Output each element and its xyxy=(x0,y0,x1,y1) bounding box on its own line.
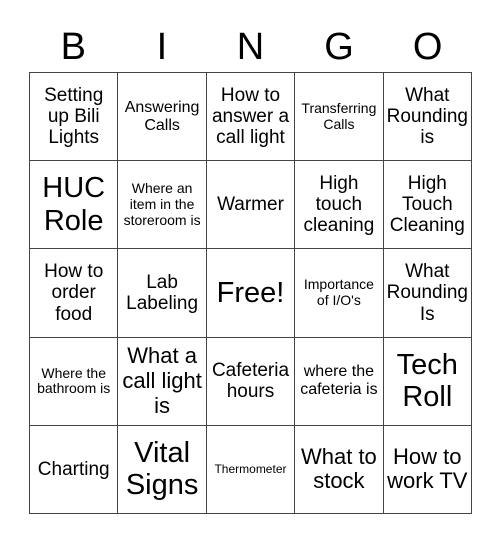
bingo-cell-g4[interactable]: where the cafeteria is xyxy=(295,337,384,426)
bingo-cell-n2[interactable]: Warmer xyxy=(206,161,296,250)
bingo-cell-label: What Rounding is xyxy=(386,84,468,149)
bingo-cell-o2[interactable]: High Touch Cleaning xyxy=(383,161,472,250)
bingo-card-grid: Setting up Bili Lights Answering Calls How… xyxy=(29,72,472,514)
bingo-cell-label: How to answer a call light xyxy=(211,84,290,149)
bingo-cell-b3[interactable]: How to order food xyxy=(30,249,119,338)
free-space-label: Free! xyxy=(216,276,285,309)
bingo-cell-o3[interactable]: What Rounding Is xyxy=(383,249,472,338)
bingo-cell-label: Charting xyxy=(37,458,110,480)
bingo-cell-label: Importance of I/O's xyxy=(303,276,374,308)
bingo-cell-b4[interactable]: Where the bathroom is xyxy=(30,337,119,426)
bingo-cell-label: What to stock xyxy=(300,443,377,494)
bingo-cell-i2[interactable]: Where an item in the storeroom is xyxy=(118,161,207,250)
bingo-cell-label: Vital Signs xyxy=(125,436,199,502)
bingo-cell-label: Thermometer xyxy=(214,461,287,476)
bingo-cell-label: HUC Role xyxy=(42,172,106,237)
header-letter-i: I xyxy=(156,26,168,68)
bingo-cell-g5[interactable]: What to stock xyxy=(295,425,384,514)
bingo-cell-label: How to work TV xyxy=(387,443,468,494)
bingo-cell-label: What a call light is xyxy=(122,343,202,418)
header-letter-g: G xyxy=(324,26,354,68)
bingo-cell-o5[interactable]: How to work TV xyxy=(383,425,472,514)
bingo-cell-g1[interactable]: Transferring Calls xyxy=(295,73,384,162)
bingo-cell-label: Answering Calls xyxy=(124,98,200,134)
bingo-cell-label: High touch cleaning xyxy=(303,172,375,237)
bingo-cell-i3[interactable]: Lab Labeling xyxy=(118,249,207,338)
header-letter-n: N xyxy=(236,26,265,68)
header-letter-o: O xyxy=(412,26,443,68)
bingo-cell-b2[interactable]: HUC Role xyxy=(30,161,119,250)
bingo-cell-label: Where the bathroom is xyxy=(37,364,111,397)
bingo-cell-label: Lab Labeling xyxy=(126,271,199,314)
bingo-cell-o4[interactable]: Tech Roll xyxy=(383,337,472,426)
bingo-cell-label: Warmer xyxy=(217,194,284,216)
bingo-cell-label: where the cafeteria is xyxy=(300,363,378,399)
bingo-cell-i1[interactable]: Answering Calls xyxy=(118,73,207,162)
bingo-cell-n1[interactable]: How to answer a call light xyxy=(206,73,296,162)
bingo-cell-label: High Touch Cleaning xyxy=(389,172,465,237)
bingo-cell-i5[interactable]: Vital Signs xyxy=(118,425,207,514)
bingo-cell-n4[interactable]: Cafeteria hours xyxy=(206,337,296,426)
bingo-cell-b5[interactable]: Charting xyxy=(30,425,119,514)
bingo-cell-g2[interactable]: High touch cleaning xyxy=(295,161,384,250)
bingo-cell-n5[interactable]: Thermometer xyxy=(206,425,296,514)
bingo-cell-i4[interactable]: What a call light is xyxy=(118,337,207,426)
bingo-cell-o1[interactable]: What Rounding is xyxy=(383,73,472,162)
free-space-cell[interactable]: Free! xyxy=(206,249,296,338)
bingo-cell-label: Setting up Bili Lights xyxy=(44,84,104,149)
bingo-header: B I N G O xyxy=(29,22,472,72)
bingo-cell-label: What Rounding Is xyxy=(386,261,468,325)
bingo-cell-g3[interactable]: Importance of I/O's xyxy=(295,249,384,338)
bingo-cell-label: Cafeteria hours xyxy=(211,359,290,403)
header-letter-b: B xyxy=(60,26,86,68)
bingo-cell-label: How to order food xyxy=(44,261,104,325)
bingo-cell-b1[interactable]: Setting up Bili Lights xyxy=(30,73,119,162)
bingo-cell-label: Tech Roll xyxy=(396,348,458,414)
bingo-cell-label: Transferring Calls xyxy=(301,99,377,132)
bingo-cell-label: Where an item in the storeroom is xyxy=(123,180,201,228)
